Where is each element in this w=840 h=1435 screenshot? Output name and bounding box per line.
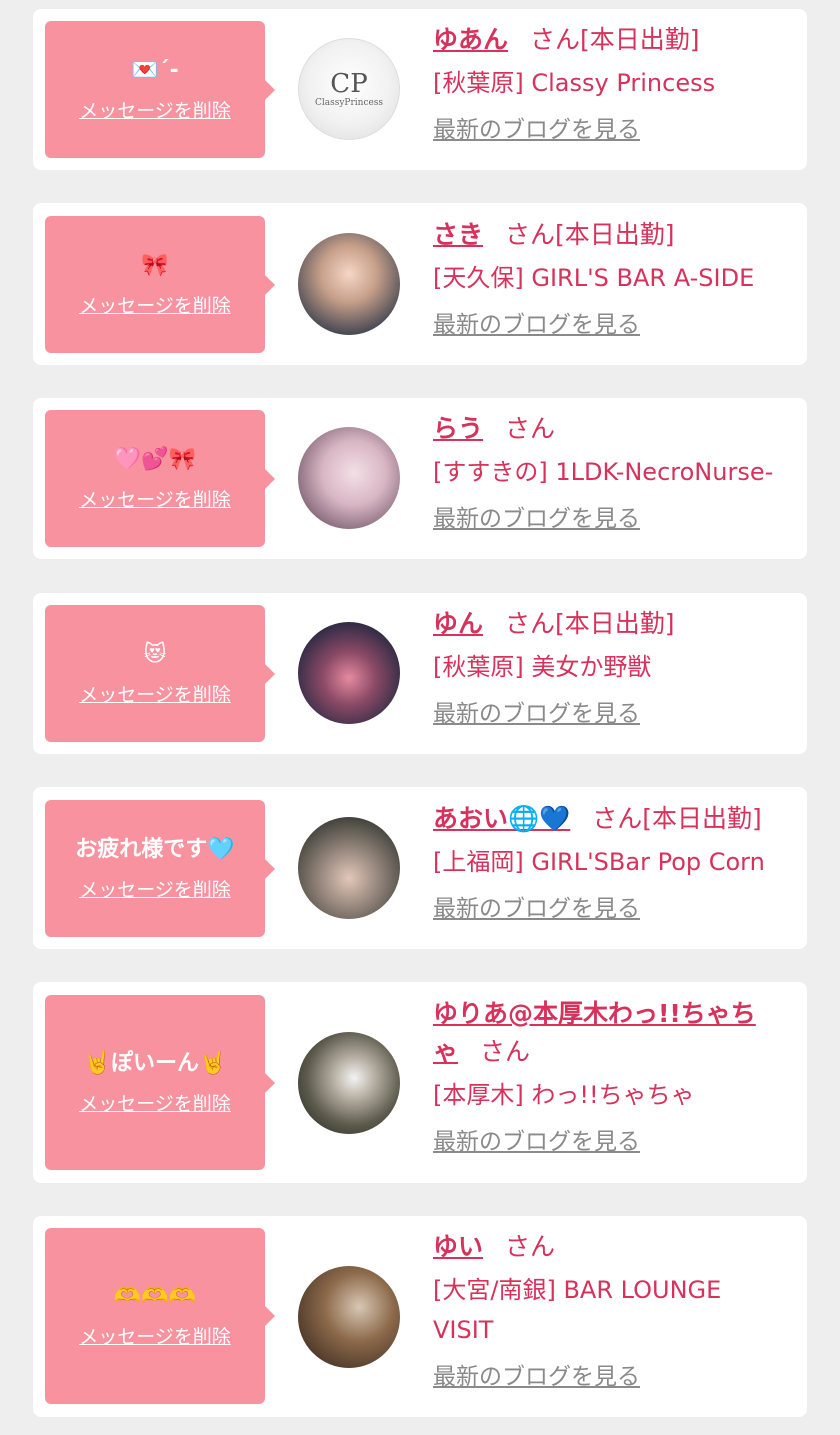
entry-info: らう さん [すすきの] 1LDK-NecroNurse- 最新のブログを見る xyxy=(433,410,793,534)
delete-message-link[interactable]: メッセージを削除 xyxy=(79,1325,231,1349)
avatar-logo-subtext: ClassyPrincess xyxy=(314,98,384,108)
entry-info: ゆりあ@本厚木わっ!!ちゃちゃ さん [本厚木] わっ!!ちゃちゃ 最新のブログを… xyxy=(433,995,773,1157)
latest-blog-link[interactable]: 最新のブログを見る xyxy=(433,115,640,145)
avatar[interactable] xyxy=(298,817,400,919)
cast-suffix: さん xyxy=(480,1037,531,1066)
cast-suffix: さん[本日出勤] xyxy=(505,220,675,249)
cast-name-link[interactable]: らう xyxy=(433,414,483,443)
cast-name-link[interactable]: ゆん xyxy=(433,609,483,638)
latest-blog-link[interactable]: 最新のブログを見る xyxy=(433,894,640,924)
latest-blog-link[interactable]: 最新のブログを見る xyxy=(433,310,640,340)
message-text: 😻 xyxy=(143,641,167,667)
shop-label: [秋葉原] 美女か野獣 xyxy=(433,653,652,681)
latest-blog-link[interactable]: 最新のブログを見る xyxy=(433,504,640,534)
message-list: 💌ˊ- メッセージを削除 CP ClassyPrincess ゆあん さん[本日出… xyxy=(0,0,840,1435)
message-bubble: お疲れ様です🩵 メッセージを削除 xyxy=(45,800,275,937)
entry-info: ゆあん さん[本日出勤] [秋葉原] Classy Princess 最新のブログ… xyxy=(433,21,793,145)
message-text: 💌ˊ- xyxy=(131,57,179,83)
message-bubble: 🤘ぽいーん🤘 メッセージを削除 xyxy=(45,995,275,1170)
shop-label: [大宮/南銀] BAR LOUNGE VISIT xyxy=(433,1276,722,1344)
latest-blog-link[interactable]: 最新のブログを見る xyxy=(433,1362,640,1392)
delete-message-link[interactable]: メッセージを削除 xyxy=(79,294,231,318)
cast-name-link[interactable]: さき xyxy=(433,220,483,249)
avatar[interactable] xyxy=(298,427,400,529)
entry-info: ゆん さん[本日出勤] [秋葉原] 美女か野獣 最新のブログを見る xyxy=(433,605,793,729)
avatar[interactable] xyxy=(298,1266,400,1368)
list-item: 💌ˊ- メッセージを削除 CP ClassyPrincess ゆあん さん[本日出… xyxy=(33,9,807,170)
delete-message-link[interactable]: メッセージを削除 xyxy=(79,878,231,902)
cast-suffix: さん xyxy=(505,1232,556,1261)
latest-blog-link[interactable]: 最新のブログを見る xyxy=(433,699,640,729)
shop-label: [天久保] GIRL'S BAR A-SIDE xyxy=(433,264,755,292)
shop-label: [本厚木] わっ!!ちゃちゃ xyxy=(433,1081,695,1109)
delete-message-link[interactable]: メッセージを削除 xyxy=(79,1092,231,1116)
message-text: 🤘ぽいーん🤘 xyxy=(83,1050,227,1076)
latest-blog-link[interactable]: 最新のブログを見る xyxy=(433,1127,640,1157)
entry-info: あおい🌐💙 さん[本日出勤] [上福岡] GIRL'SBar Pop Corn 最… xyxy=(433,800,803,924)
cast-suffix: さん xyxy=(505,414,556,443)
shop-label: [すすきの] 1LDK-NecroNurse- xyxy=(433,458,774,486)
shop-label: [上福岡] GIRL'SBar Pop Corn xyxy=(433,848,765,876)
cast-suffix: さん[本日出勤] xyxy=(505,609,675,638)
list-item: 🫶🫶🫶 メッセージを削除 ゆい さん [大宮/南銀] BAR LOUNGE VIS… xyxy=(33,1216,807,1417)
entry-info: ゆい さん [大宮/南銀] BAR LOUNGE VISIT 最新のブログを見る xyxy=(433,1228,753,1392)
list-item: 🩷💕🎀 メッセージを削除 らう さん [すすきの] 1LDK-NecroNurse… xyxy=(33,398,807,559)
list-item: 🎀 メッセージを削除 さき さん[本日出勤] [天久保] GIRL'S BAR A… xyxy=(33,203,807,365)
cast-suffix: さん[本日出勤] xyxy=(592,804,762,833)
list-item: お疲れ様です🩵 メッセージを削除 あおい🌐💙 さん[本日出勤] [上福岡] GIR… xyxy=(33,787,807,949)
message-text: 🫶🫶🫶 xyxy=(113,1284,197,1309)
cast-name-link[interactable]: ゆい xyxy=(433,1232,483,1261)
avatar-logo-text: CP xyxy=(330,69,368,99)
cast-suffix: さん[本日出勤] xyxy=(530,25,700,54)
delete-message-link[interactable]: メッセージを削除 xyxy=(79,488,231,512)
message-text: 🎀 xyxy=(141,252,169,278)
message-text: 🩷💕🎀 xyxy=(113,446,197,472)
cast-name-link[interactable]: あおい🌐💙 xyxy=(433,804,570,833)
message-bubble: 🫶🫶🫶 メッセージを削除 xyxy=(45,1228,275,1404)
avatar[interactable] xyxy=(298,622,400,724)
avatar[interactable]: CP ClassyPrincess xyxy=(298,38,400,140)
message-bubble: 🎀 メッセージを削除 xyxy=(45,216,275,353)
message-text: お疲れ様です🩵 xyxy=(75,836,235,862)
list-item: 😻 メッセージを削除 ゆん さん[本日出勤] [秋葉原] 美女か野獣 最新のブログ… xyxy=(33,593,807,754)
message-bubble: 😻 メッセージを削除 xyxy=(45,605,275,742)
delete-message-link[interactable]: メッセージを削除 xyxy=(79,99,231,123)
avatar[interactable] xyxy=(298,233,400,335)
entry-info: さき さん[本日出勤] [天久保] GIRL'S BAR A-SIDE 最新のブロ… xyxy=(433,216,793,340)
shop-label: [秋葉原] Classy Princess xyxy=(433,69,716,97)
list-item: 🤘ぽいーん🤘 メッセージを削除 ゆりあ@本厚木わっ!!ちゃちゃ さん [本厚木] … xyxy=(33,982,807,1183)
message-bubble: 🩷💕🎀 メッセージを削除 xyxy=(45,410,275,547)
avatar[interactable] xyxy=(298,1032,400,1134)
delete-message-link[interactable]: メッセージを削除 xyxy=(79,683,231,707)
message-bubble: 💌ˊ- メッセージを削除 xyxy=(45,21,275,158)
cast-name-link[interactable]: ゆあん xyxy=(433,25,508,54)
